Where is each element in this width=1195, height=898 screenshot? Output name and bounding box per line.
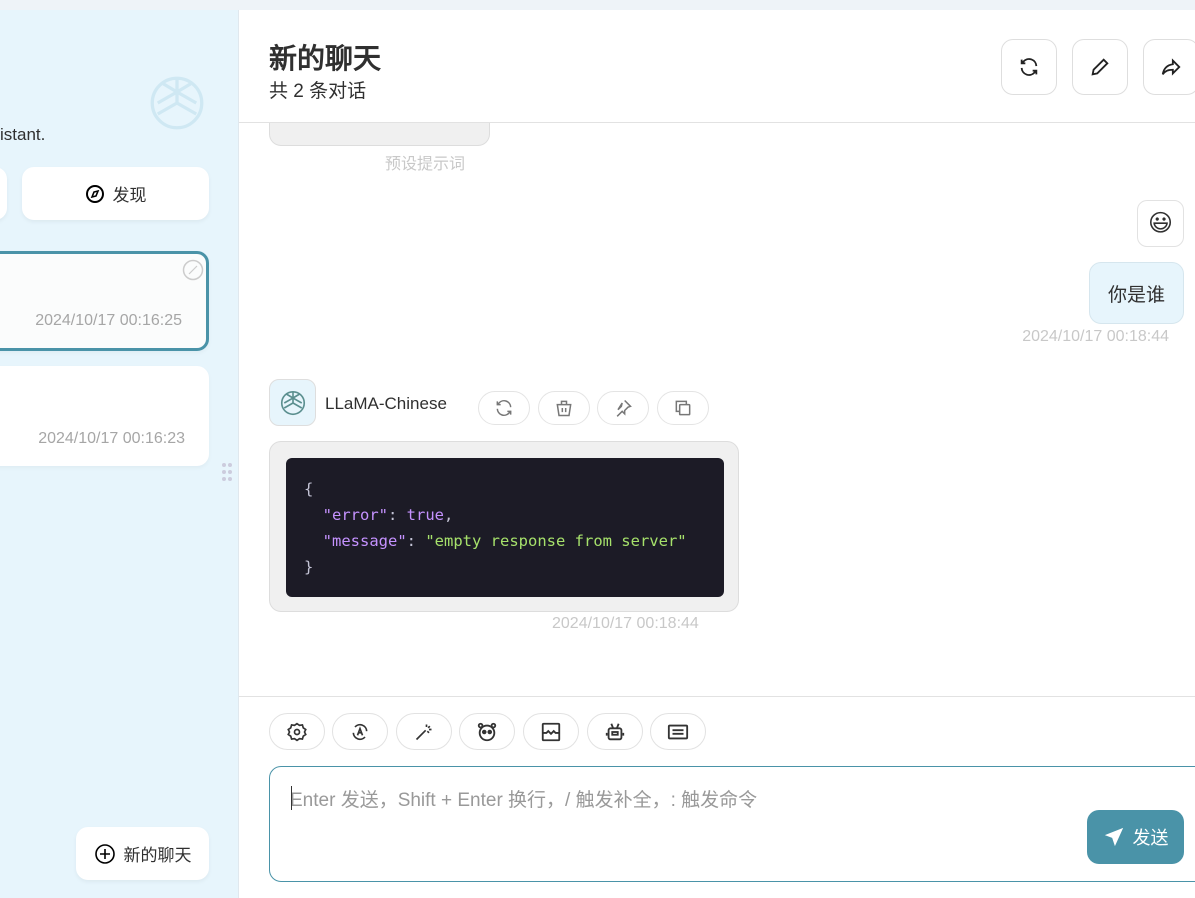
chat-main: 新的聊天 共 2 条对话 预设提示词 😃 你是谁 2024/10/17 00:1…	[239, 10, 1195, 898]
code-value: "empty response from server"	[425, 532, 687, 550]
openai-logo-icon	[144, 70, 210, 136]
share-button[interactable]	[1143, 39, 1195, 95]
message-list: 预设提示词 😃 你是谁 2024/10/17 00:18:44 LLaMA-Ch…	[239, 123, 1195, 696]
settings-button[interactable]	[269, 713, 325, 750]
pin-icon	[613, 398, 633, 418]
user-message-bubble: 你是谁	[1089, 262, 1184, 324]
chat-header: 新的聊天 共 2 条对话	[239, 10, 1195, 123]
session-item[interactable]: 2024/10/17 00:16:23	[0, 366, 209, 466]
compass-icon	[85, 184, 105, 204]
send-icon	[1103, 826, 1125, 848]
code-key: "message"	[322, 532, 407, 550]
new-chat-label: 新的聊天	[123, 846, 192, 865]
bot-avatar	[269, 379, 316, 426]
bot-message-bubble: { "error": true, "message": "empty respo…	[269, 441, 739, 612]
send-button[interactable]: 发送	[1087, 810, 1184, 864]
copy-button[interactable]	[657, 391, 709, 425]
shortcut-button[interactable]	[650, 713, 706, 750]
refresh-icon	[494, 398, 514, 418]
pin-button[interactable]	[597, 391, 649, 425]
gear-icon	[287, 722, 307, 742]
break-icon	[540, 721, 562, 743]
code-value: true	[406, 506, 444, 524]
user-message-time: 2024/10/17 00:18:44	[1022, 328, 1169, 345]
session-time: 2024/10/17 00:16:23	[38, 430, 185, 447]
sidebar-resize-handle[interactable]	[221, 462, 233, 482]
retry-button[interactable]	[478, 391, 530, 425]
preset-message-bubble	[269, 123, 490, 146]
edit-button[interactable]	[1072, 39, 1128, 95]
model-button[interactable]	[587, 713, 643, 750]
code-brace: }	[304, 558, 314, 576]
trash-icon	[554, 398, 574, 418]
code-block: { "error": true, "message": "empty respo…	[286, 458, 724, 597]
pencil-icon	[1089, 56, 1111, 78]
theme-button[interactable]	[332, 713, 388, 750]
sidebar: istant. 发现 2024/10/17 00:16:25 2024/10/1…	[0, 10, 239, 898]
chat-title[interactable]: 新的聊天	[269, 37, 381, 77]
discover-button[interactable]: 发现	[22, 167, 209, 220]
plus-circle-icon	[94, 843, 116, 865]
keyboard-icon	[667, 721, 689, 743]
delete-button[interactable]	[538, 391, 590, 425]
magic-wand-icon	[414, 722, 434, 742]
refresh-title-button[interactable]	[1001, 39, 1057, 95]
new-chat-button[interactable]: 新的聊天	[76, 827, 209, 880]
sidebar-subtitle: istant.	[0, 125, 46, 144]
message-count: 共 2 条对话	[269, 81, 367, 102]
panda-icon	[476, 721, 498, 743]
refresh-icon	[1018, 56, 1040, 78]
bot-message-time: 2024/10/17 00:18:44	[552, 615, 699, 632]
session-item[interactable]: 2024/10/17 00:16:25	[0, 251, 209, 351]
preset-label: 预设提示词	[385, 156, 466, 173]
auto-theme-icon	[350, 722, 370, 742]
masks-button[interactable]	[459, 713, 515, 750]
model-name: LLaMA-Chinese	[325, 394, 447, 413]
input-panel: Enter 发送，Shift + Enter 换行，/ 触发补全，: 触发命令 …	[239, 696, 1195, 898]
send-label: 发送	[1132, 828, 1169, 848]
share-icon	[1160, 56, 1182, 78]
copy-icon	[673, 398, 693, 418]
discover-label: 发现	[112, 186, 147, 205]
prompt-button[interactable]	[396, 713, 452, 750]
openai-icon	[278, 388, 308, 418]
session-time: 2024/10/17 00:16:25	[35, 312, 182, 329]
masks-button[interactable]	[0, 167, 7, 220]
user-avatar[interactable]: 😃	[1137, 200, 1184, 247]
clear-context-button[interactable]	[523, 713, 579, 750]
code-key: "error"	[322, 506, 388, 524]
code-brace: {	[304, 480, 314, 498]
delete-session-icon[interactable]	[182, 259, 204, 281]
chat-input[interactable]: Enter 发送，Shift + Enter 换行，/ 触发补全，: 触发命令	[269, 766, 1195, 882]
robot-icon	[604, 721, 626, 743]
